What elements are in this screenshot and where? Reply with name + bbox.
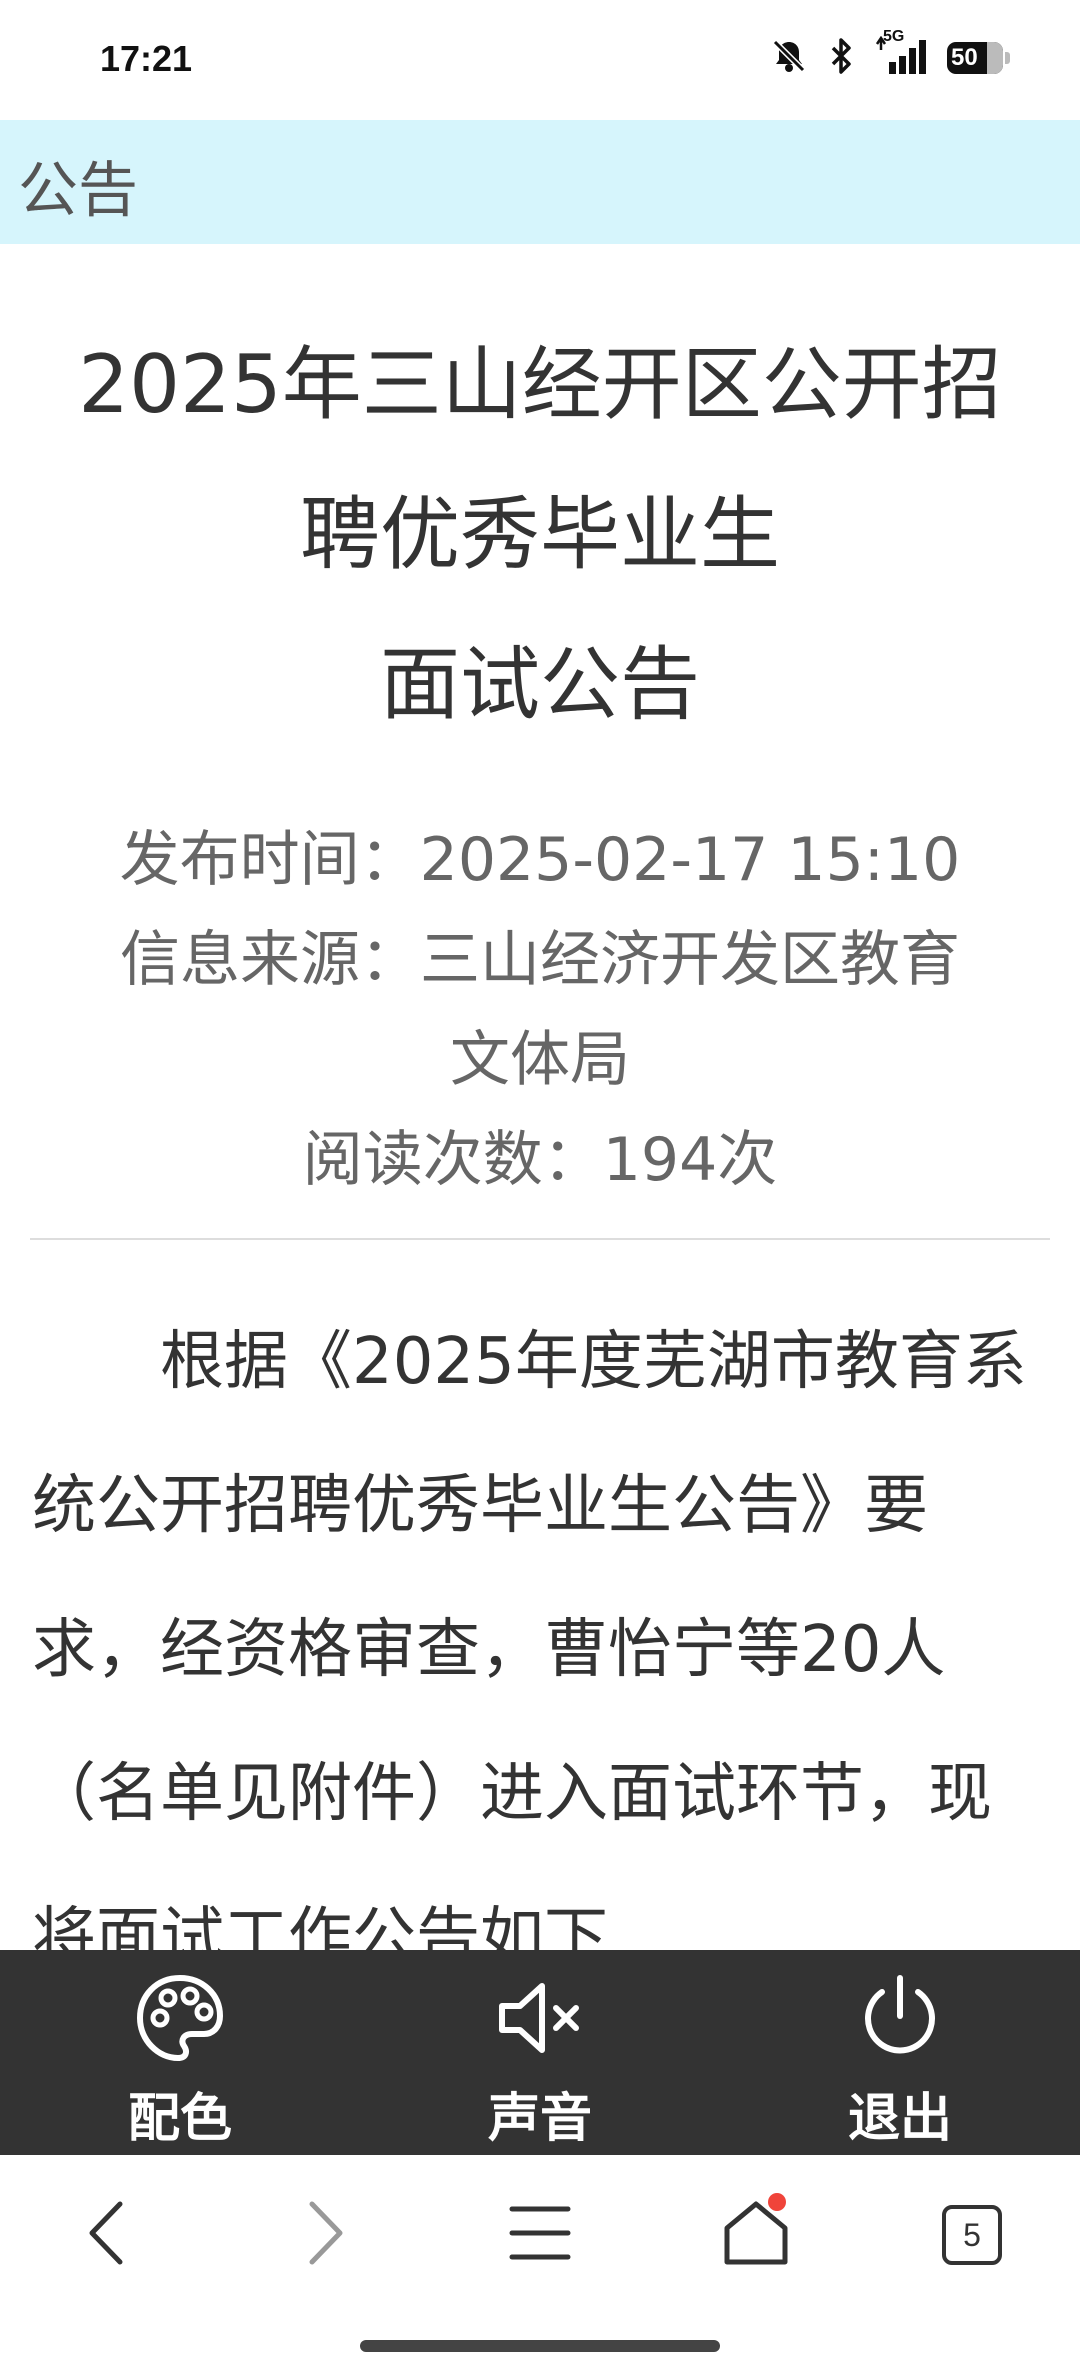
exit-button[interactable]: 退出 xyxy=(720,1950,1080,2155)
power-icon xyxy=(852,1970,948,2070)
publish-time: 发布时间：2025-02-17 15:10 xyxy=(119,825,961,895)
info-source-cont: 文体局 xyxy=(450,1025,630,1095)
sound-label: 声音 xyxy=(487,2089,592,2149)
tabs-icon: 5 xyxy=(942,2205,1002,2265)
exit-label: 退出 xyxy=(847,2089,952,2149)
read-count: 阅读次数：194次 xyxy=(302,1125,778,1195)
status-bar: 17:21 5G 50 xyxy=(0,0,1080,118)
status-icons: 5G 50 xyxy=(769,28,1010,82)
title-line: 面试公告 xyxy=(380,638,700,731)
menu-icon xyxy=(508,2201,572,2269)
status-time: 17:21 xyxy=(100,38,193,79)
notification-dot xyxy=(768,2193,786,2211)
color-scheme-label: 配色 xyxy=(127,2089,232,2149)
header-title: 公告 xyxy=(18,156,138,226)
network-type: 5G xyxy=(883,28,905,45)
back-button[interactable] xyxy=(48,2175,168,2295)
forward-button[interactable] xyxy=(264,2175,384,2295)
notice-header: 公告 xyxy=(0,120,1080,244)
article-title: 2025年三山经开区公开招 聘优秀毕业生 面试公告 xyxy=(30,310,1050,760)
article-meta: 发布时间：2025-02-17 15:10 信息来源：三山经济开发区教育 文体局… xyxy=(60,810,1020,1210)
palette-icon xyxy=(132,1970,228,2070)
speaker-muted-icon xyxy=(492,1970,588,2070)
menu-button[interactable] xyxy=(480,2175,600,2295)
bluetooth-icon xyxy=(827,36,855,80)
forward-icon xyxy=(294,2198,354,2272)
home-button[interactable] xyxy=(696,2175,816,2295)
title-line: 2025年三山经开区公开招 xyxy=(78,338,1002,431)
back-icon xyxy=(78,2198,138,2272)
title-line: 聘优秀毕业生 xyxy=(300,488,780,581)
divider xyxy=(30,1238,1050,1240)
sound-button[interactable]: 声音 xyxy=(360,1950,720,2155)
battery-level: 50 xyxy=(951,44,978,71)
home-indicator[interactable] xyxy=(360,2340,720,2352)
bell-muted-icon xyxy=(769,36,809,80)
article-body: 根据《2025年度芜湖市教育系统公开招聘优秀毕业生公告》要求，经资格审查，曹怡宁… xyxy=(32,1325,1027,1950)
tabs-button[interactable]: 5 xyxy=(912,2175,1032,2295)
color-scheme-button[interactable]: 配色 xyxy=(0,1950,360,2155)
signal-icon: 5G xyxy=(873,28,929,80)
battery-icon: 50 xyxy=(947,42,1010,74)
browser-nav-bar: 5 xyxy=(0,2155,1080,2315)
info-source: 信息来源：三山经济开发区教育 xyxy=(120,925,960,995)
accessibility-toolbar: 配色 声音 退出 xyxy=(0,1950,1080,2155)
